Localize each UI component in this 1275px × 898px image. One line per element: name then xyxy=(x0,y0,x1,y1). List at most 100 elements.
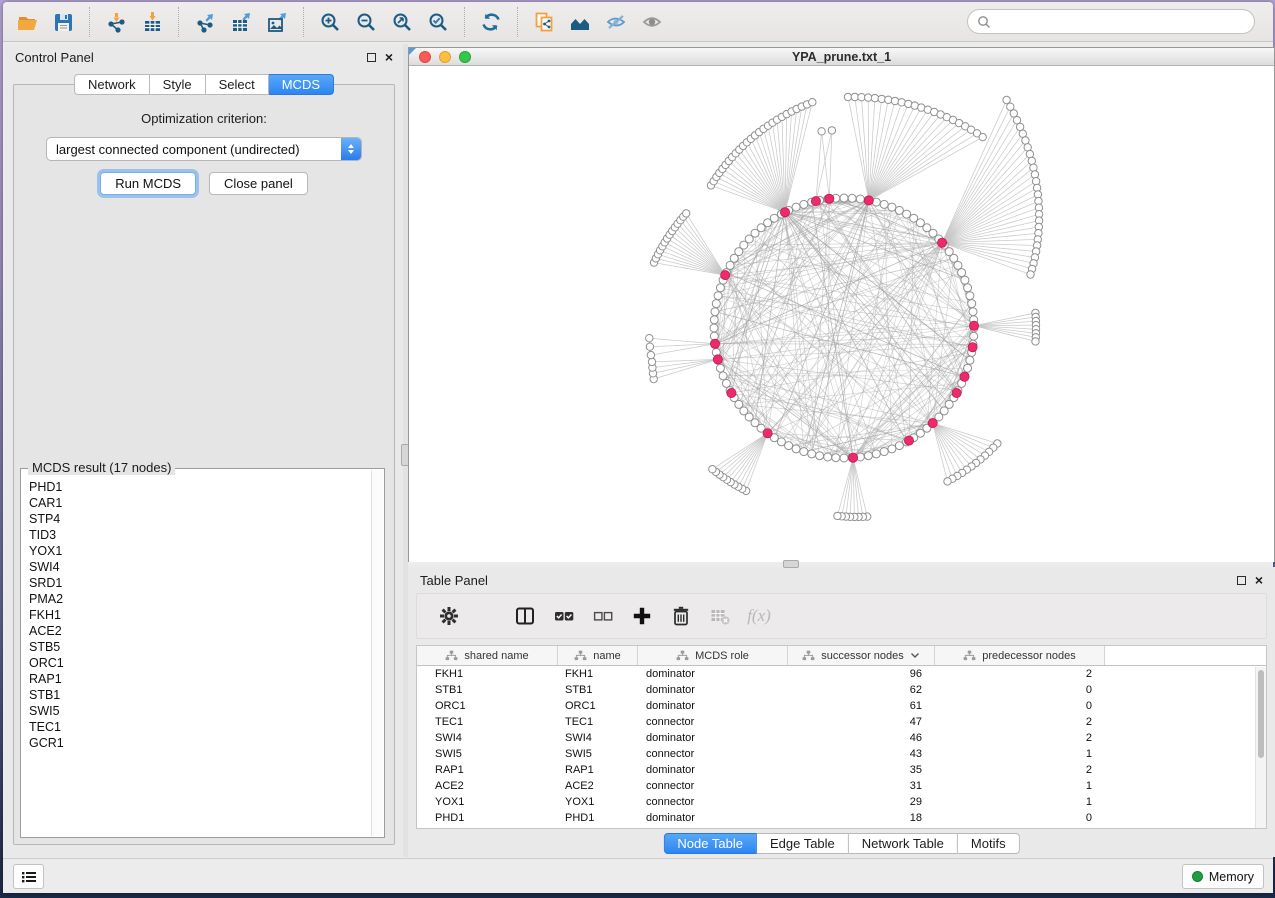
memory-button[interactable]: Memory xyxy=(1182,864,1264,889)
select-all-button[interactable] xyxy=(552,604,576,628)
horizontal-splitter-grip[interactable] xyxy=(783,560,799,568)
table-row[interactable]: ACE2ACE2connector311 xyxy=(417,778,1266,794)
import-network-button[interactable] xyxy=(98,6,134,38)
cell: 2 xyxy=(935,666,1105,682)
search-input[interactable] xyxy=(996,12,1254,32)
column-header-shared-name[interactable]: shared name xyxy=(417,646,558,665)
delete-row-button[interactable] xyxy=(669,604,693,628)
mcds-result-item[interactable]: STP4 xyxy=(23,511,370,527)
tab-network-table[interactable]: Network Table xyxy=(849,833,958,854)
cell: dominator xyxy=(638,730,788,746)
mcds-tab-content: NetworkStyleSelectMCDS Optimization crit… xyxy=(13,84,395,845)
export-image-button[interactable] xyxy=(259,6,295,38)
tab-node-table[interactable]: Node Table xyxy=(663,833,757,854)
refresh-button[interactable] xyxy=(473,6,509,38)
cell: 18 xyxy=(788,810,935,826)
table-row[interactable]: FKH1FKH1dominator962 xyxy=(417,666,1266,682)
float-icon[interactable] xyxy=(367,53,376,62)
network-titlebar[interactable]: YPA_prune.txt_1 xyxy=(409,48,1274,66)
mcds-result-item[interactable]: SWI4 xyxy=(23,559,370,575)
mcds-result-item[interactable]: TEC1 xyxy=(23,719,370,735)
mcds-result-item[interactable]: PHD1 xyxy=(23,479,370,495)
column-header-successor-nodes[interactable]: successor nodes xyxy=(788,646,935,665)
mcds-result-item[interactable]: RAP1 xyxy=(23,671,370,687)
column-header-name[interactable]: name xyxy=(558,646,638,665)
zoom-fit-button[interactable] xyxy=(384,6,420,38)
minimize-traffic-light[interactable] xyxy=(439,51,451,63)
mcds-result-item[interactable]: STB1 xyxy=(23,687,370,703)
column-header-MCDS-role[interactable]: MCDS role xyxy=(638,646,788,665)
zoom-in-button[interactable] xyxy=(312,6,348,38)
mcds-list-scrollbar[interactable] xyxy=(371,470,383,836)
mcds-result-item[interactable]: SRD1 xyxy=(23,575,370,591)
table-row[interactable]: PHD1PHD1dominator180 xyxy=(417,810,1266,826)
table-row[interactable]: RAP1RAP1dominator352 xyxy=(417,762,1266,778)
deselect-all-button[interactable] xyxy=(591,604,615,628)
mcds-result-item[interactable]: YOX1 xyxy=(23,543,370,559)
close-panel-button[interactable]: Close panel xyxy=(209,172,308,195)
mcds-result-item[interactable]: CAR1 xyxy=(23,495,370,511)
zoom-out-button[interactable] xyxy=(348,6,384,38)
add-row-button[interactable] xyxy=(630,604,654,628)
control-panel-tabs: NetworkStyleSelectMCDS xyxy=(74,74,334,95)
settings-gear-button[interactable] xyxy=(437,604,461,628)
hide-selected-button[interactable] xyxy=(598,6,634,38)
task-history-button[interactable] xyxy=(13,864,44,889)
tab-select[interactable]: Select xyxy=(206,74,269,95)
mcds-result-item[interactable]: ACE2 xyxy=(23,623,370,639)
tab-edge-table[interactable]: Edge Table xyxy=(757,833,849,854)
table-row[interactable]: STB1STB1dominator620 xyxy=(417,682,1266,698)
save-button[interactable] xyxy=(45,6,81,38)
cell: PHD1 xyxy=(558,810,638,826)
function-builder-icon: f(x) xyxy=(747,606,771,626)
cell: ORC1 xyxy=(417,698,558,714)
zoom-selected-button[interactable] xyxy=(420,6,456,38)
tab-network[interactable]: Network xyxy=(74,74,150,95)
deselect-all-icon xyxy=(592,605,614,627)
mcds-result-list[interactable]: PHD1CAR1STP4TID3YOX1SWI4SRD1PMA2FKH1ACE2… xyxy=(23,479,370,835)
export-table-button[interactable] xyxy=(223,6,259,38)
mcds-result-item[interactable]: ORC1 xyxy=(23,655,370,671)
mcds-result-item[interactable]: PMA2 xyxy=(23,591,370,607)
first-neighbors-button[interactable] xyxy=(562,6,598,38)
table-row[interactable]: SWI4SWI4dominator462 xyxy=(417,730,1266,746)
column-header-predecessor-nodes[interactable]: predecessor nodes xyxy=(935,646,1105,665)
search-box[interactable] xyxy=(967,9,1255,34)
mcds-result-item[interactable]: TID3 xyxy=(23,527,370,543)
table-body: FKH1FKH1dominator962STB1STB1dominator620… xyxy=(417,666,1266,826)
cell: connector xyxy=(638,746,788,762)
table-row[interactable]: YOX1YOX1connector291 xyxy=(417,794,1266,810)
export-network-button[interactable] xyxy=(187,6,223,38)
save-icon xyxy=(52,11,74,33)
copy-style-button[interactable] xyxy=(526,6,562,38)
sort-chevron-icon[interactable] xyxy=(910,652,920,659)
mcds-result-item[interactable]: GCR1 xyxy=(23,735,370,751)
show-all-icon xyxy=(641,11,663,33)
table-row[interactable]: TEC1TEC1connector472 xyxy=(417,714,1266,730)
split-panel-button[interactable] xyxy=(513,604,537,628)
tab-style[interactable]: Style xyxy=(150,74,206,95)
close-icon[interactable]: × xyxy=(1255,576,1263,585)
show-all-button[interactable] xyxy=(634,6,670,38)
table-row[interactable]: SWI5SWI5connector431 xyxy=(417,746,1266,762)
import-table-button[interactable] xyxy=(134,6,170,38)
mcds-result-item[interactable]: FKH1 xyxy=(23,607,370,623)
cell xyxy=(1105,794,1266,810)
run-mcds-button[interactable]: Run MCDS xyxy=(100,172,196,195)
tab-motifs[interactable]: Motifs xyxy=(958,833,1020,854)
float-icon[interactable] xyxy=(1237,576,1246,585)
mcds-result-item[interactable]: STB5 xyxy=(23,639,370,655)
open-folder-button[interactable] xyxy=(9,6,45,38)
scrollbar-thumb[interactable] xyxy=(1258,670,1264,758)
close-traffic-light[interactable] xyxy=(419,51,431,63)
close-icon[interactable]: × xyxy=(385,53,393,62)
tab-mcds[interactable]: MCDS xyxy=(269,74,334,95)
table-row[interactable]: ORC1ORC1dominator610 xyxy=(417,698,1266,714)
zoom-traffic-light[interactable] xyxy=(459,51,471,63)
cell: 47 xyxy=(788,714,935,730)
criterion-select[interactable]: largest connected component (undirected) xyxy=(46,137,362,161)
network-canvas[interactable] xyxy=(409,66,1274,562)
cell: RAP1 xyxy=(558,762,638,778)
table-scrollbar[interactable] xyxy=(1255,667,1266,828)
mcds-result-item[interactable]: SWI5 xyxy=(23,703,370,719)
